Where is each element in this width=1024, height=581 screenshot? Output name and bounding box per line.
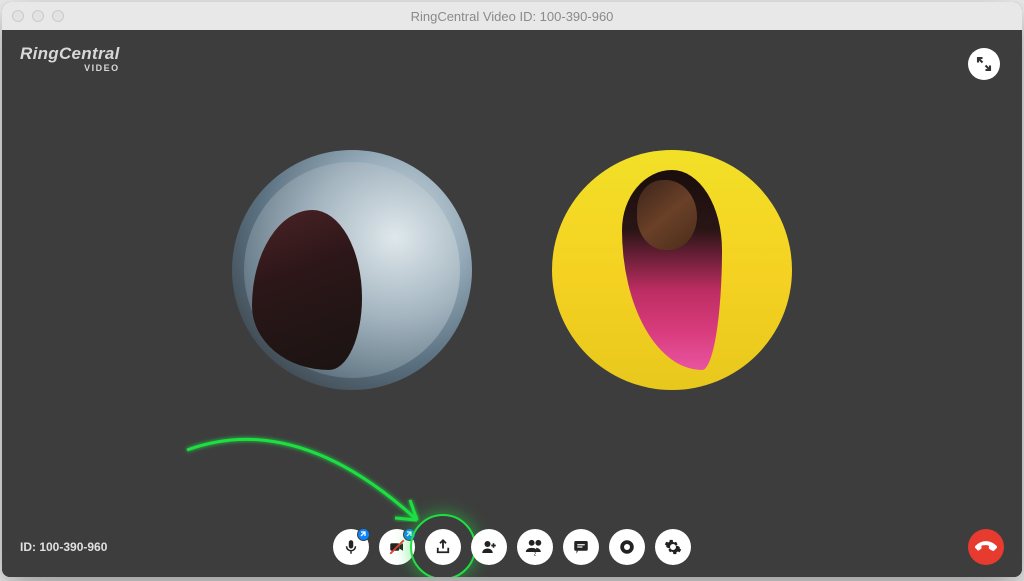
brand-sub: VIDEO bbox=[20, 63, 120, 73]
brand-logo: RingCentral VIDEO bbox=[20, 44, 120, 73]
add-participant-icon bbox=[480, 538, 498, 556]
share-icon bbox=[434, 538, 452, 556]
record-button[interactable] bbox=[609, 529, 645, 565]
settings-button[interactable] bbox=[655, 529, 691, 565]
minimize-window-button[interactable] bbox=[32, 10, 44, 22]
close-window-button[interactable] bbox=[12, 10, 24, 22]
maximize-window-button[interactable] bbox=[52, 10, 64, 22]
hangup-button[interactable] bbox=[968, 529, 1004, 565]
hangup-icon bbox=[975, 536, 997, 558]
app-window: RingCentral Video ID: 100-390-960 RingCe… bbox=[2, 2, 1022, 577]
mute-badge-icon bbox=[357, 528, 370, 541]
svg-text:2: 2 bbox=[534, 551, 537, 556]
bottom-bar: ID: 100-390-960 bbox=[2, 517, 1022, 577]
video-grid bbox=[2, 150, 1022, 390]
microphone-icon bbox=[342, 538, 360, 556]
chat-icon bbox=[572, 538, 590, 556]
gear-icon bbox=[664, 538, 682, 556]
app-body: RingCentral VIDEO ID: 100-390-960 bbox=[2, 30, 1022, 577]
participant-avatar-1[interactable] bbox=[232, 150, 472, 390]
invite-button[interactable] bbox=[471, 529, 507, 565]
mute-button[interactable] bbox=[333, 529, 369, 565]
chat-button[interactable] bbox=[563, 529, 599, 565]
participant-avatar-2[interactable] bbox=[552, 150, 792, 390]
record-icon bbox=[618, 538, 636, 556]
traffic-lights bbox=[12, 10, 64, 22]
video-off-icon bbox=[388, 538, 406, 556]
titlebar: RingCentral Video ID: 100-390-960 bbox=[2, 2, 1022, 30]
fullscreen-button[interactable] bbox=[968, 48, 1000, 80]
participants-icon: 2 bbox=[525, 538, 545, 556]
control-bar: 2 bbox=[333, 529, 691, 565]
meeting-id-label: ID: 100-390-960 bbox=[20, 540, 107, 554]
share-button[interactable] bbox=[425, 529, 461, 565]
brand-name: RingCentral bbox=[20, 44, 120, 63]
expand-icon bbox=[975, 55, 993, 73]
window-title: RingCentral Video ID: 100-390-960 bbox=[2, 9, 1022, 24]
participants-button[interactable]: 2 bbox=[517, 529, 553, 565]
